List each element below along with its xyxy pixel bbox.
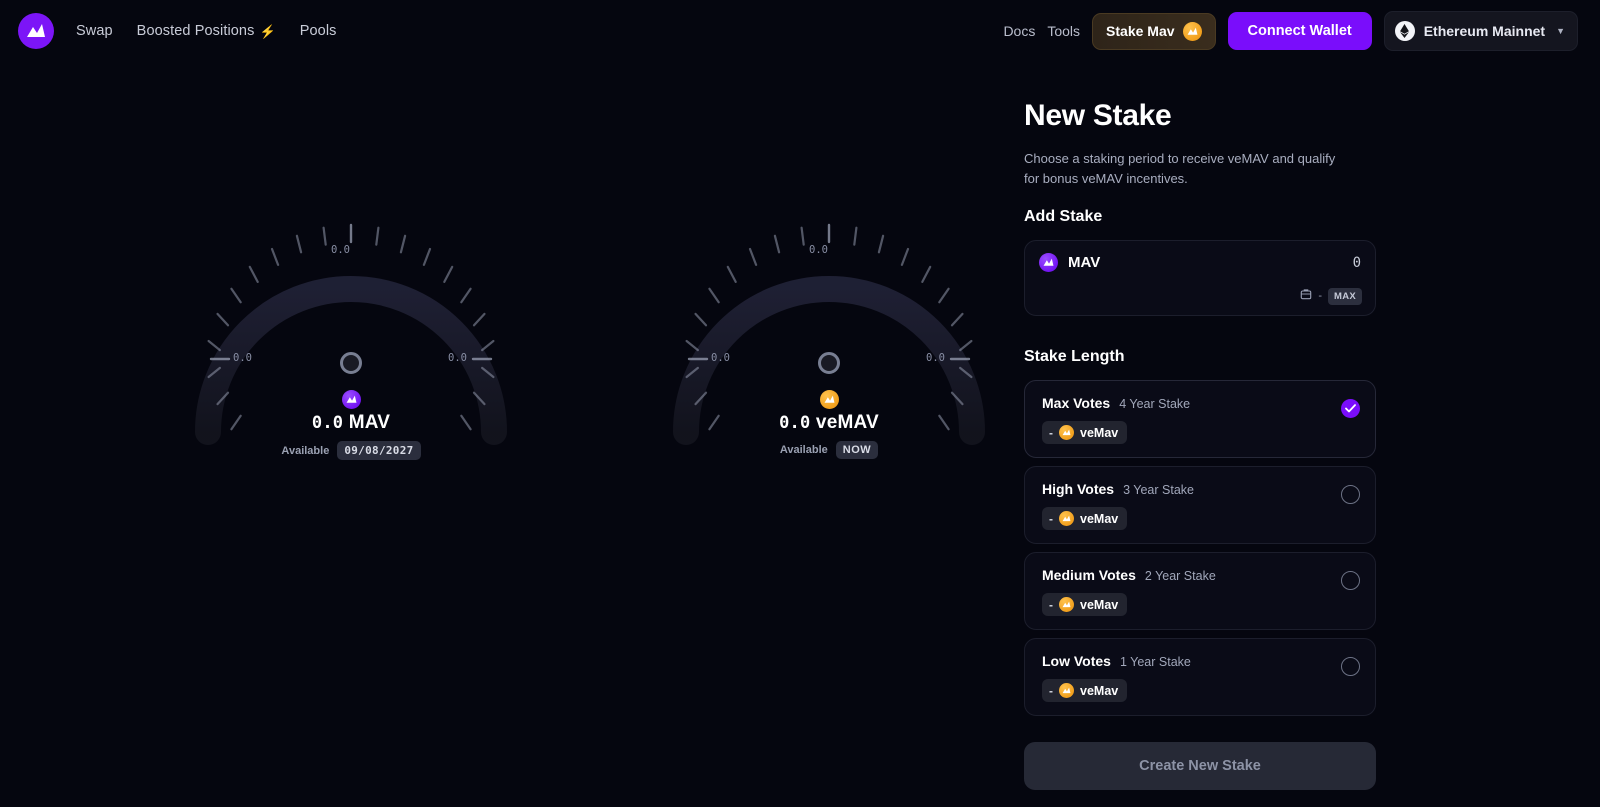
stake-option-term: 3 Year Stake: [1123, 483, 1194, 497]
stake-option-name: Medium Votes: [1042, 567, 1136, 583]
wallet-balance-row: - MAX: [1300, 287, 1362, 305]
stake-option-name: Max Votes: [1042, 395, 1111, 411]
stake-option-term: 2 Year Stake: [1144, 569, 1216, 583]
header-link-docs[interactable]: Docs: [1003, 23, 1035, 39]
nav-item-boosted-positions[interactable]: Boosted Positions ⚡: [137, 23, 276, 39]
panel-description: Choose a staking period to receive veMAV…: [1024, 151, 1336, 186]
stake-option-max-votes[interactable]: Max Votes 4 Year Stake - veMav: [1024, 380, 1376, 458]
stake-option-term: 4 Year Stake: [1119, 397, 1191, 411]
stake-amount-input[interactable]: 0: [1353, 255, 1361, 271]
stake-option-reward-chip: - veMav: [1042, 421, 1128, 444]
stake-option-reward-value: -: [1049, 511, 1053, 526]
mav-gauge-unit: MAV: [348, 412, 391, 433]
maverick-logo-icon[interactable]: [18, 13, 54, 49]
vemav-gauge-hub: [818, 352, 840, 374]
mav-gauge-readout: 0.0 MAV Available 09/08/2027: [186, 352, 516, 460]
stake-option-radio[interactable]: [1341, 657, 1360, 676]
max-button[interactable]: MAX: [1327, 287, 1362, 305]
vemav-available-value: NOW: [835, 441, 879, 459]
nav-item-boosted-label: Boosted Positions: [136, 23, 255, 39]
stake-option-reward-chip: - veMav: [1042, 507, 1128, 530]
mav-gauge-number: 0.0: [311, 413, 344, 433]
mav-token-icon: [341, 390, 361, 409]
add-stake-input-card[interactable]: MAV 0 - MAX: [1024, 240, 1376, 316]
stake-option-name: High Votes: [1042, 481, 1115, 497]
mav-gauge-availability: Available 09/08/2027: [281, 441, 421, 460]
mav-available-date: 09/08/2027: [337, 441, 421, 460]
add-stake-heading: Add Stake: [1024, 208, 1103, 225]
create-new-stake-button[interactable]: Create New Stake: [1024, 742, 1376, 790]
nav-item-pools[interactable]: Pools: [300, 23, 337, 39]
stake-option-low-votes[interactable]: Low Votes 1 Year Stake - veMav: [1024, 638, 1376, 716]
stake-length-heading: Stake Length: [1024, 348, 1125, 365]
vemav-token-icon: [1059, 425, 1074, 440]
wallet-icon: [1300, 287, 1312, 305]
page-title: New Stake: [1024, 99, 1172, 132]
stake-option-reward-token: veMav: [1080, 425, 1119, 440]
stake-option-reward-chip: - veMav: [1042, 679, 1128, 702]
gauges-area: 0.0 0.0 0.0 0.0 MAV Available 09/08/2027: [0, 62, 1010, 807]
vemav-token-icon: [1059, 683, 1074, 698]
bolt-icon: ⚡: [259, 23, 276, 39]
vemav-gauge-tick-top: 0.0: [809, 244, 828, 256]
header-link-tools[interactable]: Tools: [1047, 23, 1080, 39]
nav-item-swap[interactable]: Swap: [76, 23, 113, 39]
mav-gauge-tick-top: 0.0: [331, 244, 350, 256]
stake-option-header: High Votes 3 Year Stake: [1042, 481, 1359, 497]
header-actions: Docs Tools Stake Mav Connect Wallet Ethe…: [1003, 11, 1582, 51]
chevron-down-icon: ▼: [1556, 26, 1565, 36]
mav-gauge-hub: [340, 352, 362, 374]
stake-option-reward-value: -: [1049, 683, 1053, 698]
vemav-gauge: 0.0 0.0 0.0 0.0 veMAV Available NOW: [664, 202, 994, 492]
mav-available-label: Available: [281, 444, 330, 457]
mav-gauge-value: 0.0 MAV: [312, 412, 390, 434]
main-nav: Swap Boosted Positions ⚡ Pools: [76, 23, 337, 39]
connect-wallet-button[interactable]: Connect Wallet: [1227, 12, 1372, 50]
stake-option-high-votes[interactable]: High Votes 3 Year Stake - veMav: [1024, 466, 1376, 544]
stake-option-medium-votes[interactable]: Medium Votes 2 Year Stake - veMav: [1024, 552, 1376, 630]
stake-option-header: Max Votes 4 Year Stake: [1042, 395, 1359, 411]
stake-option-term: 1 Year Stake: [1119, 655, 1191, 669]
stake-option-reward-chip: - veMav: [1042, 593, 1128, 616]
stake-mav-label: Stake Mav: [1106, 23, 1175, 39]
network-selector[interactable]: Ethereum Mainnet ▼: [1383, 11, 1578, 51]
vemav-gauge-value: 0.0 veMAV: [779, 412, 879, 434]
app-header: Swap Boosted Positions ⚡ Pools Docs Tool…: [0, 0, 1600, 62]
vemav-gauge-unit: veMAV: [815, 412, 879, 433]
vemav-gauge-availability: Available NOW: [779, 441, 879, 459]
mav-token-icon: [1039, 253, 1058, 272]
stake-option-radio[interactable]: [1341, 485, 1360, 504]
vemav-available-label: Available: [779, 444, 828, 456]
vemav-token-icon: [1059, 511, 1074, 526]
stake-option-radio[interactable]: [1341, 571, 1360, 590]
stake-option-reward-value: -: [1049, 597, 1053, 612]
vemav-gauge-readout: 0.0 veMAV Available NOW: [664, 352, 994, 459]
ethereum-icon: [1394, 21, 1415, 41]
stake-option-reward-value: -: [1049, 425, 1053, 440]
stake-length-options: Max Votes 4 Year Stake - veMav High Vote…: [1024, 380, 1376, 716]
stake-option-header: Low Votes 1 Year Stake: [1042, 653, 1359, 669]
stake-option-reward-token: veMav: [1080, 597, 1119, 612]
vemav-token-icon: [1059, 597, 1074, 612]
mav-gauge: 0.0 0.0 0.0 0.0 MAV Available 09/08/2027: [186, 202, 516, 492]
stake-option-header: Medium Votes 2 Year Stake: [1042, 567, 1359, 583]
token-row: MAV 0: [1039, 253, 1361, 272]
stake-mav-button[interactable]: Stake Mav: [1092, 12, 1216, 50]
wallet-balance-value: -: [1318, 290, 1322, 302]
new-stake-panel: New Stake Choose a staking period to rec…: [1024, 62, 1376, 790]
mav-coin-icon: [1182, 21, 1202, 41]
stake-option-reward-token: veMav: [1080, 511, 1119, 526]
stake-option-name: Low Votes: [1042, 653, 1111, 669]
vemav-token-icon: [819, 390, 839, 409]
network-label: Ethereum Mainnet: [1423, 23, 1546, 39]
stake-option-radio-selected[interactable]: [1341, 399, 1360, 418]
vemav-gauge-number: 0.0: [779, 413, 811, 433]
stake-option-reward-token: veMav: [1080, 683, 1119, 698]
token-symbol: MAV: [1068, 254, 1101, 271]
